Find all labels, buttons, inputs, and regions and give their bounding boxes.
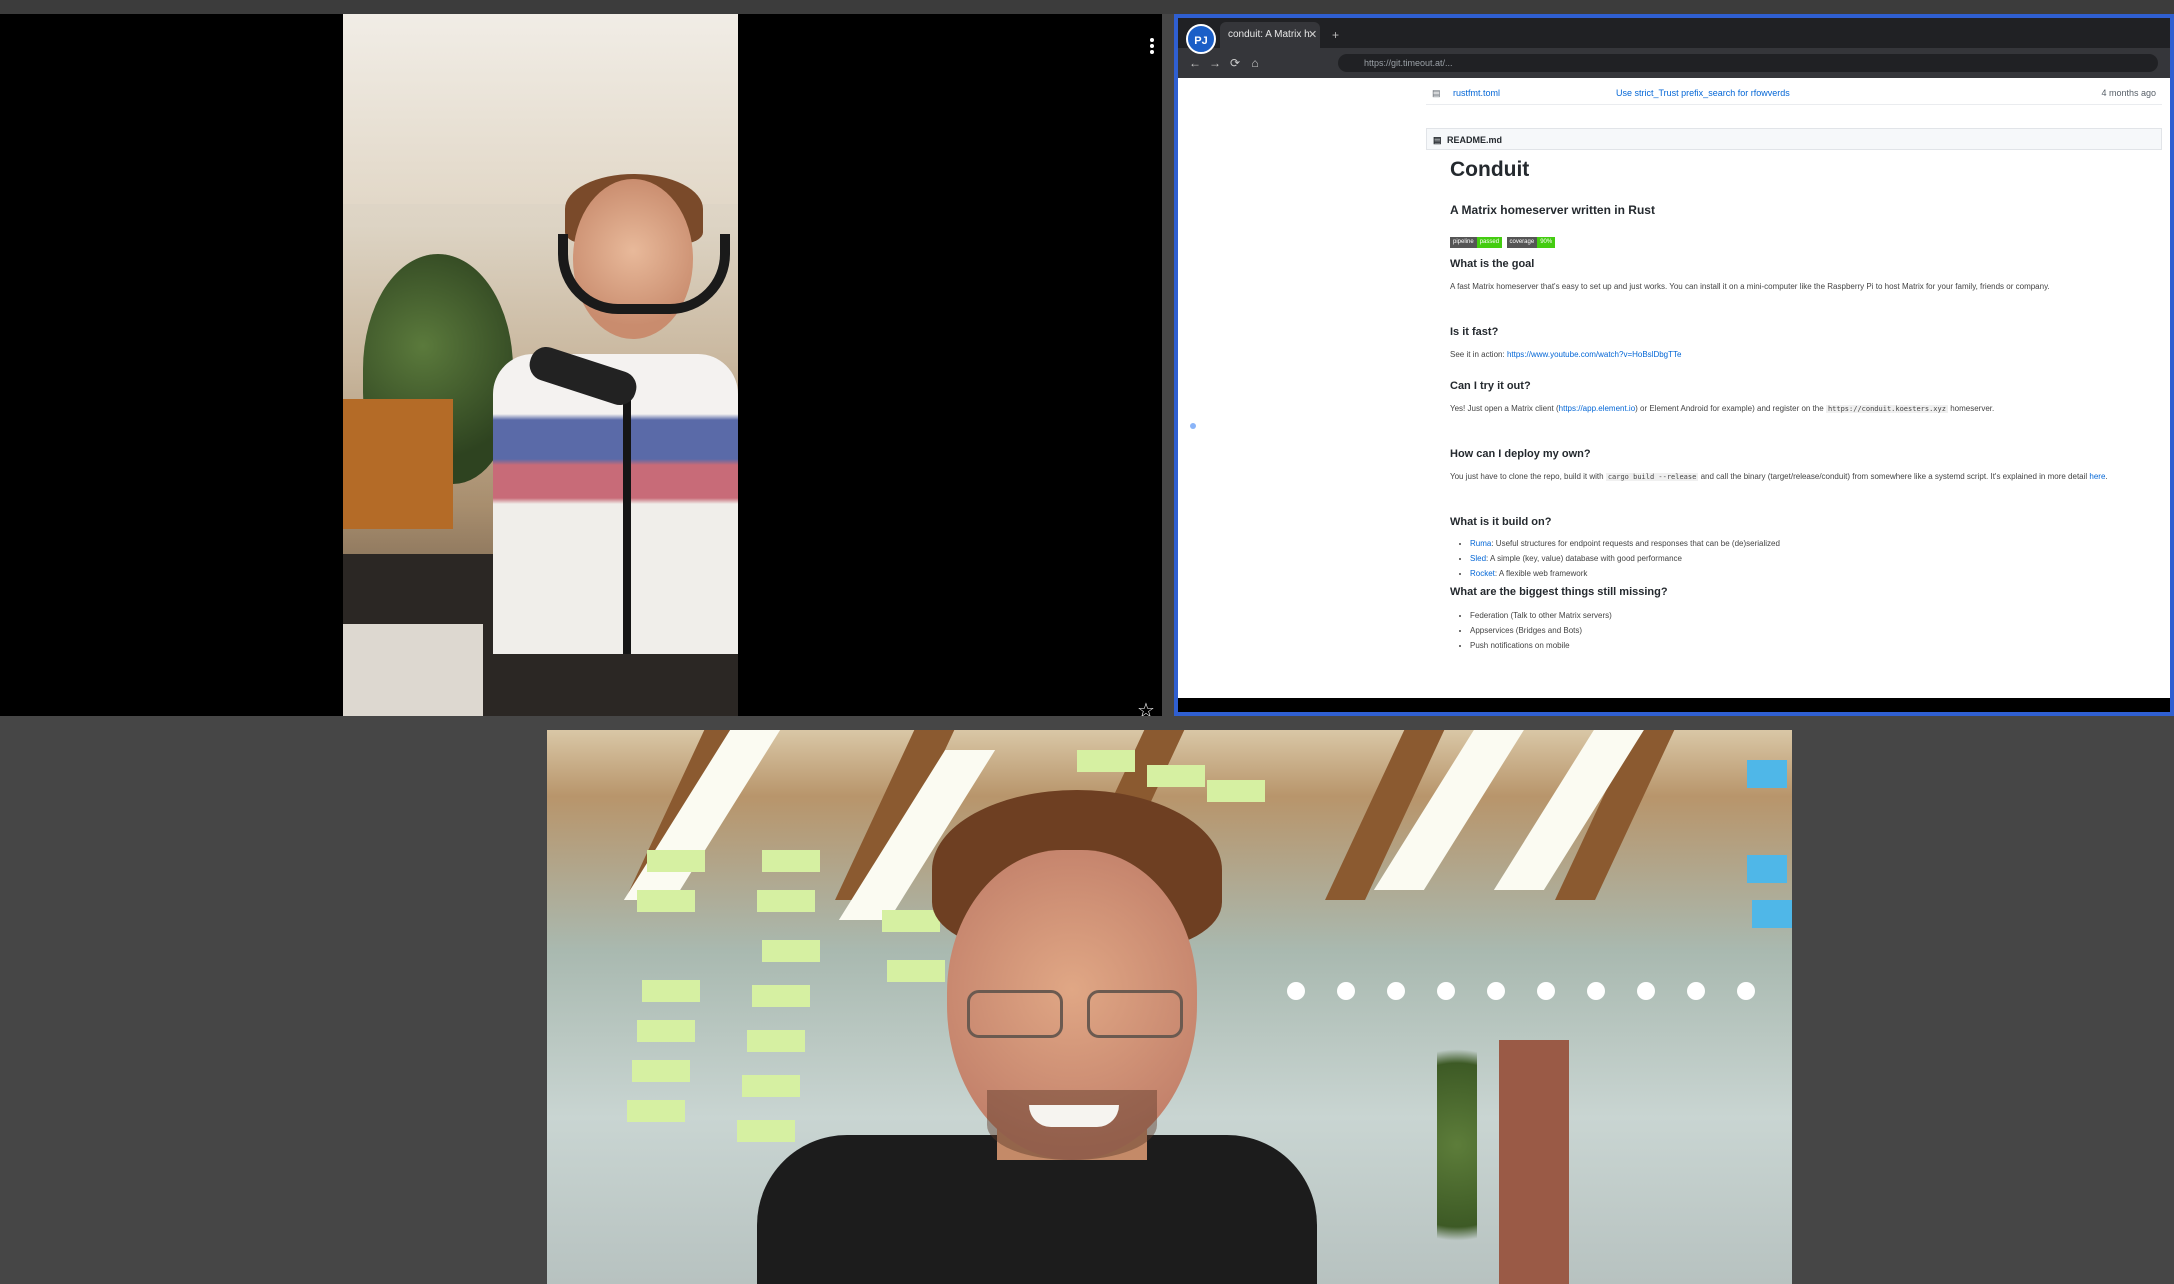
video-shelf: [343, 399, 453, 529]
video-background: [343, 14, 738, 204]
file-name-link[interactable]: rustfmt.toml: [1453, 88, 1500, 98]
sidebar-dot: [1190, 423, 1196, 429]
file-icon: ▤: [1432, 88, 1441, 98]
heading-missing: What are the biggest things still missin…: [1450, 586, 1668, 598]
participant-video-1: [343, 14, 738, 716]
ruma-link[interactable]: Ruma: [1470, 539, 1491, 548]
video-sticky-note: [632, 1060, 690, 1082]
video-sticky-note: [882, 910, 940, 932]
rocket-link[interactable]: Rocket: [1470, 569, 1495, 578]
commit-age: 4 months ago: [2101, 88, 2156, 98]
star-icon[interactable]: ☆: [1135, 700, 1157, 716]
list-item: Federation (Talk to other Matrix servers…: [1470, 608, 1612, 623]
video-sticky-note: [752, 985, 810, 1007]
close-icon[interactable]: ✕: [1308, 22, 1317, 48]
paragraph-try-text: Yes! Just open a Matrix client (: [1450, 404, 1559, 413]
build-list: Ruma: Useful structures for endpoint req…: [1450, 536, 1780, 581]
paragraph-deploy-text: You just have to clone the repo, build i…: [1450, 472, 1604, 481]
video-sticky-note: [762, 850, 820, 872]
home-icon[interactable]: ⌂: [1246, 54, 1264, 72]
browser-tab-bar: [1178, 18, 2170, 48]
more-vertical-icon[interactable]: [1144, 36, 1160, 60]
book-icon: ▤: [1433, 135, 1442, 145]
readme-filename: README.md: [1447, 135, 1503, 145]
video-sticky-note: [737, 1120, 795, 1142]
coverage-badge-value[interactable]: 90%: [1537, 237, 1556, 248]
forward-icon[interactable]: →: [1206, 54, 1224, 72]
video-person-smile: [1029, 1105, 1119, 1127]
readme-subtitle: A Matrix homeserver written in Rust: [1450, 203, 1655, 217]
participant-tile-1[interactable]: ☆: [0, 14, 1162, 716]
heading-deploy: How can I deploy my own?: [1450, 448, 1591, 460]
address-bar[interactable]: https://git.timeout.at/...: [1338, 54, 2158, 72]
video-sticky-note: [647, 850, 705, 872]
heading-build: What is it build on?: [1450, 516, 1552, 528]
paragraph-try-mid: ) or Element Android for example) and re…: [1635, 404, 1824, 413]
video-sticky-note: [1077, 750, 1135, 772]
top-strip: [0, 0, 2174, 14]
missing-list: Federation (Talk to other Matrix servers…: [1450, 608, 1612, 653]
heading-fast: Is it fast?: [1450, 326, 1499, 338]
file-row: ▤ rustfmt.toml Use strict_Trust prefix_s…: [1426, 82, 2162, 105]
video-sticky-note: [1747, 855, 1787, 883]
badge-row: pipeline passed coverage 90%: [1450, 230, 1556, 248]
video-sticky-note: [757, 890, 815, 912]
paragraph-fast-text: See it in action:: [1450, 350, 1505, 359]
video-plant: [1437, 1010, 1477, 1280]
readme-title: Conduit: [1450, 158, 1530, 181]
participant-tile-2[interactable]: [547, 730, 1792, 1284]
video-headphones: [558, 234, 730, 314]
web-page: [1178, 78, 2170, 698]
video-sticky-note: [627, 1100, 685, 1122]
browser-tab[interactable]: conduit: A Matrix h: [1220, 22, 1320, 48]
list-item: Push notifications on mobile: [1470, 638, 1612, 653]
video-sticky-note: [1752, 900, 1792, 928]
video-sticky-note: [1147, 765, 1205, 787]
paragraph-fast: See it in action: https://www.youtube.co…: [1450, 348, 1681, 361]
screen-share-tile[interactable]: conduit: A Matrix h ✕ + ← → ⟳ ⌂ https://…: [1174, 14, 2174, 716]
readme-header: ▤ README.md: [1426, 128, 2162, 150]
build-command-code: cargo build --release: [1605, 473, 1699, 481]
list-item: Sled: A simple (key, value) database wit…: [1470, 551, 1780, 566]
heading-try: Can I try it out?: [1450, 380, 1531, 392]
new-tab-icon[interactable]: +: [1332, 22, 1339, 48]
paragraph-goal: A fast Matrix homeserver that's easy to …: [1450, 282, 2050, 291]
video-sticky-note: [637, 1020, 695, 1042]
video-keyboard: [343, 624, 483, 716]
video-sticky-note: [1207, 780, 1265, 802]
video-sticky-note: [762, 940, 820, 962]
details-link[interactable]: here: [2089, 472, 2105, 481]
video-sticky-note: [742, 1075, 800, 1097]
video-sticky-note: [747, 1030, 805, 1052]
back-icon[interactable]: ←: [1186, 54, 1204, 72]
video-brick-wall: [1499, 1040, 1569, 1284]
reload-icon[interactable]: ⟳: [1226, 54, 1244, 72]
sled-desc: : A simple (key, value) database with go…: [1486, 554, 1682, 563]
rocket-desc: : A flexible web framework: [1494, 569, 1588, 578]
paragraph-deploy-mid: and call the binary (target/release/cond…: [1700, 472, 2088, 481]
paragraph-try-suffix: homeserver.: [1950, 404, 1995, 413]
video-mic-stand: [623, 394, 631, 654]
list-item: Appservices (Bridges and Bots): [1470, 623, 1612, 638]
element-link[interactable]: https://app.element.io: [1559, 404, 1636, 413]
commit-message-link[interactable]: Use strict_Trust prefix_search for rfowv…: [1616, 88, 1790, 98]
avatar: PJ: [1186, 24, 1216, 54]
video-sticky-note: [1747, 760, 1787, 788]
video-person-glasses: [967, 990, 1197, 1040]
sled-link[interactable]: Sled: [1470, 554, 1486, 563]
paragraph-try: Yes! Just open a Matrix client (https://…: [1450, 402, 2140, 416]
video-sticky-note: [887, 960, 945, 982]
paragraph-deploy: You just have to clone the repo, build i…: [1450, 472, 2108, 481]
video-sticky-note: [642, 980, 700, 1002]
coverage-badge-label[interactable]: coverage: [1506, 237, 1538, 248]
youtube-link[interactable]: https://www.youtube.com/watch?v=HoBslDbg…: [1507, 350, 1682, 359]
homeserver-code: https://conduit.koesters.xyz: [1825, 405, 1948, 413]
ruma-desc: : Useful structures for endpoint request…: [1491, 539, 1780, 548]
heading-goal: What is the goal: [1450, 258, 1535, 270]
list-item: Ruma: Useful structures for endpoint req…: [1470, 536, 1780, 551]
pipeline-badge-label[interactable]: pipeline: [1450, 237, 1477, 248]
video-sticky-note: [637, 890, 695, 912]
list-item: Rocket: A flexible web framework: [1470, 566, 1780, 581]
pipeline-badge-value[interactable]: passed: [1476, 237, 1503, 248]
